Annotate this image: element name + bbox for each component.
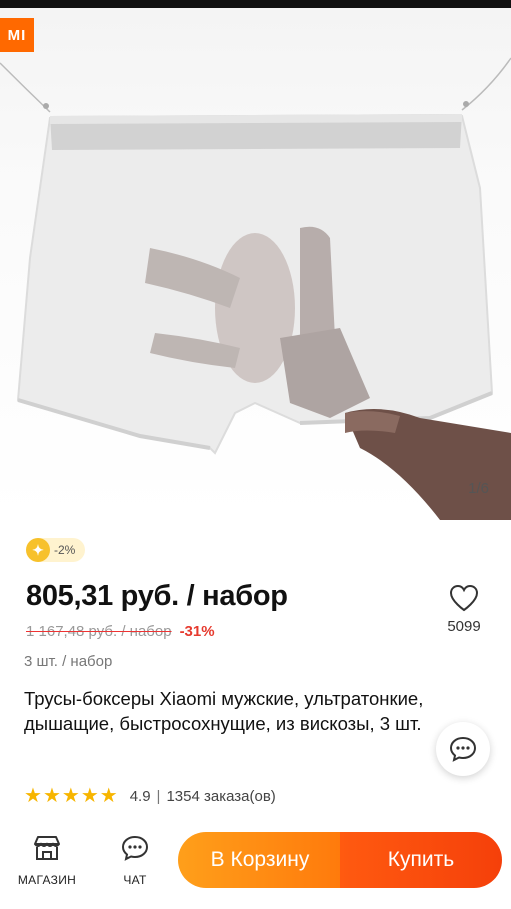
- discount-percent: -31%: [179, 623, 215, 640]
- star-rating: ★ ★ ★ ★ ★: [24, 786, 118, 806]
- chat-label: ЧАТ: [123, 873, 147, 887]
- rating-separator: |: [156, 787, 161, 805]
- star-icon: ★: [99, 785, 118, 807]
- buy-now-button[interactable]: Купить: [340, 832, 502, 888]
- coin-coupon-badge[interactable]: ✦ -2%: [26, 538, 86, 562]
- star-icon: ★: [61, 785, 80, 807]
- image-counter: 1/6: [468, 480, 489, 497]
- product-title: Трусы-боксеры Xiaomi мужские, ультратонк…: [24, 688, 424, 734]
- star-icon: ★: [42, 785, 61, 807]
- rating-score: 4.9: [129, 787, 151, 805]
- star-icon: ★: [24, 785, 42, 807]
- add-to-cart-button[interactable]: В Корзину: [178, 832, 342, 888]
- product-image-gallery[interactable]: MI 1/6: [0, 8, 511, 520]
- floating-chat-button[interactable]: [436, 722, 490, 776]
- old-price: 1 167,48 руб. / набор: [26, 623, 172, 640]
- old-price-row: 1 167,48 руб. / набор -31%: [26, 623, 215, 640]
- heart-icon: [449, 584, 479, 612]
- store-icon: [34, 836, 60, 860]
- coupon-discount: -2%: [54, 543, 76, 557]
- status-bar: [0, 0, 511, 8]
- orders-count: 1354 заказа(ов): [166, 787, 276, 805]
- chat-bubble-icon: [449, 736, 477, 762]
- bottom-action-bar: МАГАЗИН ЧАТ В Корзину Купить: [0, 822, 511, 909]
- chat-icon: [121, 835, 149, 861]
- store-label: МАГАЗИН: [17, 873, 77, 887]
- star-icon: ★: [80, 785, 99, 807]
- coin-icon: ✦: [26, 538, 50, 562]
- wishlist-button[interactable]: 5099: [434, 584, 494, 635]
- unit-note: 3 шт. / набор: [24, 653, 113, 670]
- store-nav-button[interactable]: МАГАЗИН: [12, 834, 82, 887]
- rating-row[interactable]: ★ ★ ★ ★ ★ 4.9 | 1354 заказа(ов): [24, 786, 276, 806]
- current-price: 805,31 руб. / набор: [26, 580, 288, 612]
- wishlist-count: 5099: [447, 618, 481, 635]
- xiaomi-logo: MI: [0, 18, 34, 52]
- chat-nav-button[interactable]: ЧАТ: [100, 834, 170, 887]
- product-photo: [0, 57, 511, 520]
